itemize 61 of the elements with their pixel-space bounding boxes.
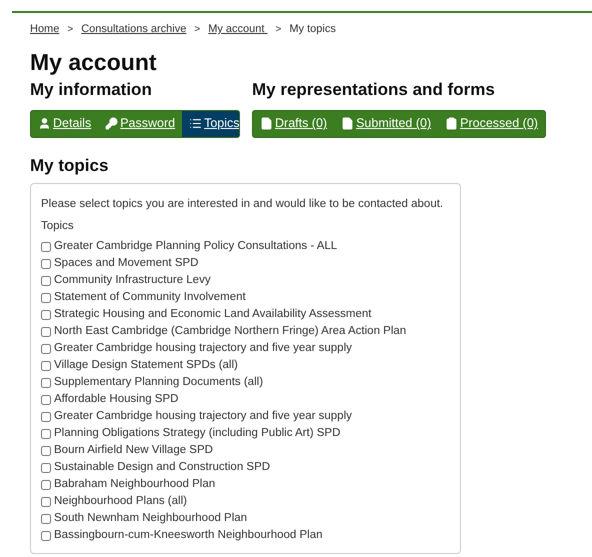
- topic-label: Greater Cambridge housing trajectory and five year supply: [54, 409, 352, 424]
- intro-text: Please select topics you are interested in and would like to be contacted about.: [41, 196, 444, 212]
- topic-checkbox[interactable]: [41, 429, 51, 439]
- breadcrumb-link[interactable]: Home: [30, 21, 60, 38]
- topic-label: Babraham Neighbourhood Plan: [54, 477, 216, 492]
- topic-label: Greater Cambridge housing trajectory and five year supply: [54, 341, 352, 356]
- topic-checkbox[interactable]: [41, 310, 51, 320]
- file-icon: [260, 117, 273, 130]
- section-heading: My topics: [30, 154, 110, 176]
- tab[interactable]: Processed (0): [438, 110, 545, 136]
- topic-checkbox[interactable]: [41, 361, 51, 371]
- topic-checkbox[interactable]: [41, 378, 51, 388]
- topic-checkbox[interactable]: [41, 480, 51, 490]
- list-icon: [189, 117, 202, 130]
- topic-label: Bourn Airfield New Village SPD: [54, 443, 213, 458]
- topic-checkbox[interactable]: [41, 327, 51, 337]
- topic-label: South Newnham Neighbourhood Plan: [54, 511, 248, 526]
- topic-checkbox[interactable]: [41, 259, 51, 269]
- section-heading: My information: [30, 78, 153, 100]
- breadcrumb-link[interactable]: Consultations archive: [81, 21, 186, 38]
- tab[interactable]: Details: [31, 110, 98, 136]
- topic-checkbox[interactable]: [41, 344, 51, 354]
- topic-label: Neighbourhood Plans (all): [54, 494, 187, 510]
- breadcrumb-link[interactable]: My account: [208, 21, 268, 38]
- tab[interactable]: Password: [98, 110, 182, 136]
- topic-checkbox[interactable]: [41, 463, 51, 473]
- page-title: My account: [30, 48, 158, 76]
- topic-checkbox[interactable]: [41, 514, 51, 524]
- topic-label: Community Infrastructure Levy: [54, 273, 211, 288]
- topic-checkbox[interactable]: [41, 242, 51, 252]
- keys-icon: [105, 117, 118, 130]
- document-icon: [341, 117, 354, 130]
- topic-checkbox[interactable]: [41, 276, 51, 286]
- person-icon: [38, 117, 51, 130]
- topic-checkbox[interactable]: [41, 497, 51, 507]
- topic-label: Sustainable Design and Construction SPD: [54, 460, 270, 476]
- section-heading: My representations and forms: [252, 78, 496, 100]
- topic-checkbox[interactable]: [41, 446, 51, 456]
- topic-label: Statement of Community Involvement: [54, 290, 246, 306]
- breadcrumb-current: My topics: [289, 22, 336, 37]
- topics-label: Topics: [41, 218, 75, 234]
- clipboard-icon: [445, 117, 458, 130]
- topic-label: North East Cambridge (Cambridge Northern Fringe) Area Action Plan: [54, 324, 406, 340]
- topic-label: Bassingbourn-cum-Kneesworth Neighbourhood Plan: [54, 528, 322, 544]
- topic-label: Strategic Housing and Economic Land Availability Assessment: [54, 307, 372, 322]
- breadcrumb-separator: >: [194, 22, 200, 37]
- tab[interactable]: Submitted (0): [334, 110, 438, 136]
- topic-label: Affordable Housing SPD: [54, 392, 178, 408]
- breadcrumb-separator: >: [67, 22, 74, 37]
- topic-checkbox[interactable]: [41, 531, 51, 541]
- breadcrumb-separator: >: [276, 22, 282, 37]
- topic-label: Greater Cambridge Planning Policy Consultations - ALL: [54, 239, 338, 254]
- topic-checkbox[interactable]: [41, 395, 51, 405]
- topic-label: Village Design Statement SPDs (all): [54, 358, 238, 374]
- topic-label: Planning Obligations Strategy (including Public Art) SPD: [54, 426, 340, 442]
- topic-checkbox[interactable]: [41, 293, 51, 303]
- topic-label: Spaces and Movement SPD: [54, 256, 198, 272]
- topic-checkbox[interactable]: [41, 412, 51, 422]
- tab[interactable]: Topics: [182, 110, 239, 136]
- topic-label: Supplementary Planning Documents (all): [54, 375, 264, 390]
- tab[interactable]: Drafts (0): [253, 110, 334, 136]
